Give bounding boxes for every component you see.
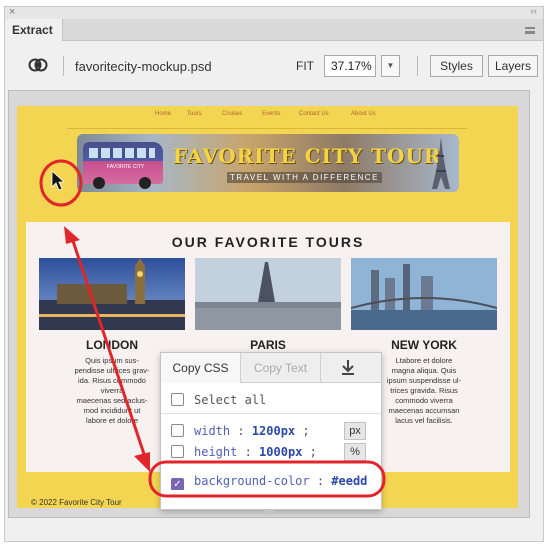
select-all-label: Select all (194, 393, 267, 407)
property-value: #eedd (331, 474, 368, 488)
tour-bus-image: FAVORITE CITY (83, 142, 163, 189)
section-title: OUR FAVORITE TOURS (171, 234, 365, 250)
toolbar-divider (417, 56, 418, 76)
zoom-input[interactable]: 37.17% (324, 55, 376, 77)
download-icon[interactable] (341, 360, 355, 376)
new-york-photo[interactable] (351, 258, 497, 330)
city-name-london: LONDON (86, 338, 138, 352)
copy-css-popup: Copy CSS Copy Text Select all width : 12… (160, 352, 382, 510)
psd-filename: favoritecity-mockup.psd (75, 59, 212, 74)
property-value: 1000px (259, 445, 303, 459)
property-name: background-color (194, 474, 310, 488)
creative-cloud-icon[interactable] (28, 57, 48, 73)
bus-sign: FAVORITE CITY (107, 164, 145, 170)
paris-photo[interactable] (195, 258, 341, 330)
banner-subtitle: TRAVEL WITH A DIFFERENCE (227, 172, 382, 183)
css-property-row[interactable]: width : 1200px ; (171, 422, 310, 440)
fit-label[interactable]: FIT (296, 59, 314, 73)
property-value: 1200px (251, 424, 296, 438)
copy-text-tab[interactable]: Copy Text (241, 353, 321, 383)
panel-top-strip: × ‹‹ (5, 6, 543, 19)
popup-divider (161, 413, 381, 414)
width-checkbox[interactable] (171, 424, 184, 437)
tab-extract[interactable]: Extract (5, 19, 63, 41)
mockup-nav-item[interactable]: Home (155, 111, 171, 117)
city-name-new-york: NEW YORK (391, 338, 457, 352)
toolbar-divider (63, 56, 64, 76)
mockup-nav: Home Tours Cruises Events Contact Us Abo… (127, 111, 403, 124)
mockup-footer: © 2022 Favorite City Tour (31, 498, 122, 507)
unit-px-button[interactable]: px (344, 422, 366, 440)
layers-button[interactable]: Layers (488, 55, 538, 77)
css-property-row[interactable]: ✓ background-color : #eedd (171, 472, 381, 490)
styles-button[interactable]: Styles (430, 55, 483, 77)
mockup-nav-item[interactable]: Contact Us (299, 111, 329, 117)
select-all-row[interactable]: Select all (171, 391, 266, 409)
nav-divider (67, 128, 467, 129)
select-all-checkbox[interactable] (171, 393, 184, 406)
hero-banner[interactable]: FAVORITE CITY FAVORITE CITY TOUR TRAVEL … (77, 134, 459, 192)
banner-title: FAVORITE CITY TOUR (173, 144, 442, 168)
panel-menu-icon[interactable] (525, 27, 535, 34)
css-property-row[interactable]: height : 1000px ; (171, 443, 317, 461)
city-name-paris: PARIS (250, 338, 286, 352)
mockup-nav-item[interactable]: About Us (351, 111, 376, 117)
zoom-dropdown-icon[interactable]: ▼ (381, 55, 400, 77)
popup-tabs: Copy CSS Copy Text (161, 353, 381, 383)
unit-percent-button[interactable]: % (344, 443, 366, 461)
property-name: width (194, 424, 231, 438)
panel-tab-row: Extract (5, 19, 543, 41)
eiffel-tower-icon (432, 137, 450, 189)
close-icon[interactable]: × (9, 6, 15, 18)
mockup-nav-item[interactable]: Cruises (222, 111, 242, 117)
popup-pointer (262, 509, 276, 516)
mockup-nav-item[interactable]: Tours (187, 111, 202, 117)
extract-toolbar: favoritecity-mockup.psd FIT 37.17% ▼ Sty… (5, 42, 543, 88)
height-checkbox[interactable] (171, 445, 184, 458)
collapse-icon[interactable]: ‹‹ (530, 6, 537, 17)
property-name: height (194, 445, 238, 459)
background-color-checkbox[interactable]: ✓ (171, 478, 184, 490)
mockup-nav-item[interactable]: Events (262, 111, 280, 117)
copy-css-tab[interactable]: Copy CSS (161, 353, 241, 383)
london-photo[interactable] (39, 258, 185, 330)
